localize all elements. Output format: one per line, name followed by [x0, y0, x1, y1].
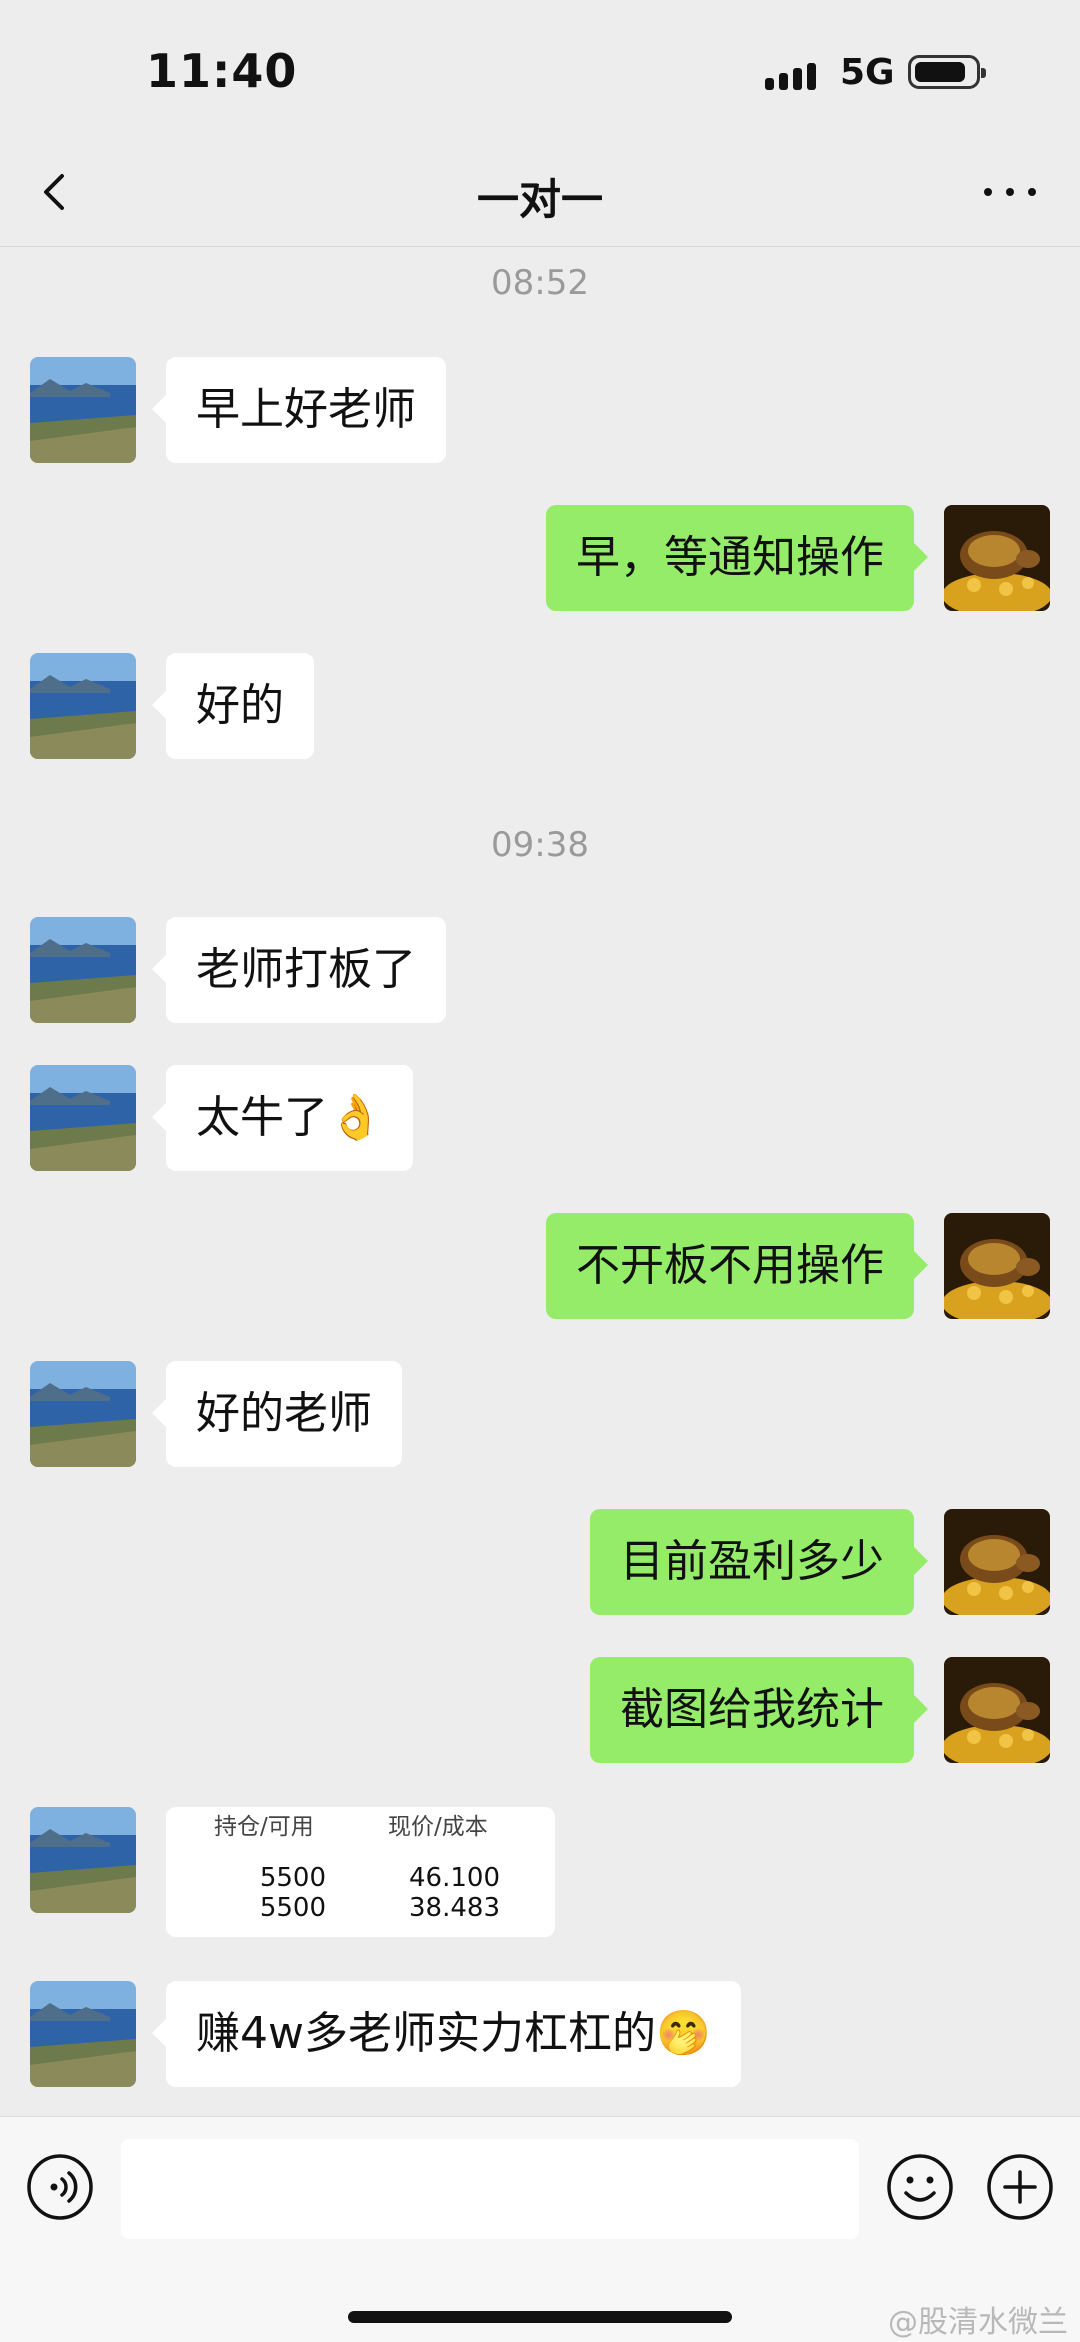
- contact-avatar[interactable]: [30, 917, 136, 1023]
- voice-icon: [27, 2154, 93, 2220]
- contact-avatar[interactable]: [30, 1065, 136, 1171]
- input-bar: @股清水微兰: [0, 2116, 1080, 2342]
- message-bubble-incoming[interactable]: 赚4w多老师实力杠杠的🤭: [152, 1981, 741, 2087]
- status-bar: 11:40 5G: [0, 0, 1080, 140]
- image-message[interactable]: 持仓/可用 现价/成本 5500 46.100 5500 38.483: [166, 1807, 555, 1937]
- chat-title: 一对一: [476, 175, 603, 224]
- plus-button[interactable]: [986, 2153, 1054, 2221]
- contact-avatar[interactable]: [30, 1807, 136, 1913]
- voice-button[interactable]: [26, 2153, 94, 2221]
- message-bubble-incoming[interactable]: 好的老师: [152, 1361, 402, 1467]
- price-cell: 46.100: [409, 1863, 500, 1893]
- message-bubble-outgoing[interactable]: 早，等通知操作: [546, 505, 928, 611]
- price-header: 现价/成本: [388, 1814, 488, 1840]
- nav-bar: 一对一: [0, 140, 1080, 247]
- my-avatar[interactable]: [944, 505, 1050, 611]
- message-bubble-outgoing[interactable]: 目前盈利多少: [590, 1509, 928, 1615]
- holdings-cell: 5500: [259, 1893, 326, 1923]
- message-bubble-incoming[interactable]: 早上好老师: [152, 357, 446, 463]
- contact-avatar[interactable]: [30, 357, 136, 463]
- chat-area[interactable]: 08:52 早上好老师 早，等通知操作 好的 09:38 老师打板了 太牛了👌 …: [0, 247, 1080, 2115]
- emoji-icon: [887, 2154, 953, 2220]
- message-bubble-outgoing[interactable]: 不开板不用操作: [546, 1213, 928, 1319]
- message-bubble-incoming[interactable]: 好的: [152, 653, 314, 759]
- message-input[interactable]: [121, 2139, 859, 2239]
- time-stamp: 08:52: [491, 263, 589, 303]
- contact-avatar[interactable]: [30, 653, 136, 759]
- plus-icon: [987, 2154, 1053, 2220]
- more-button[interactable]: [980, 162, 1040, 222]
- holdings-header: 持仓/可用: [214, 1814, 314, 1840]
- contact-avatar[interactable]: [30, 1361, 136, 1467]
- contact-avatar[interactable]: [30, 1981, 136, 2087]
- message-bubble-incoming[interactable]: 老师打板了: [152, 917, 446, 1023]
- battery-icon: [908, 55, 986, 89]
- my-avatar[interactable]: [944, 1509, 1050, 1615]
- my-avatar[interactable]: [944, 1657, 1050, 1763]
- my-avatar[interactable]: [944, 1213, 1050, 1319]
- network-label: 5G: [840, 52, 895, 93]
- holdings-cell: 5500: [259, 1863, 326, 1893]
- message-bubble-incoming[interactable]: 太牛了👌: [152, 1065, 413, 1171]
- watermark: @股清水微兰: [888, 2305, 1068, 2340]
- message-bubble-outgoing[interactable]: 截图给我统计: [590, 1657, 928, 1763]
- more-dots-icon: [984, 188, 1036, 196]
- signal-icon: [765, 56, 825, 90]
- home-indicator[interactable]: [348, 2311, 732, 2323]
- emoji-button[interactable]: [886, 2153, 954, 2221]
- status-time: 11:40: [146, 44, 298, 98]
- time-stamp: 09:38: [491, 825, 589, 865]
- price-cell: 38.483: [409, 1893, 500, 1923]
